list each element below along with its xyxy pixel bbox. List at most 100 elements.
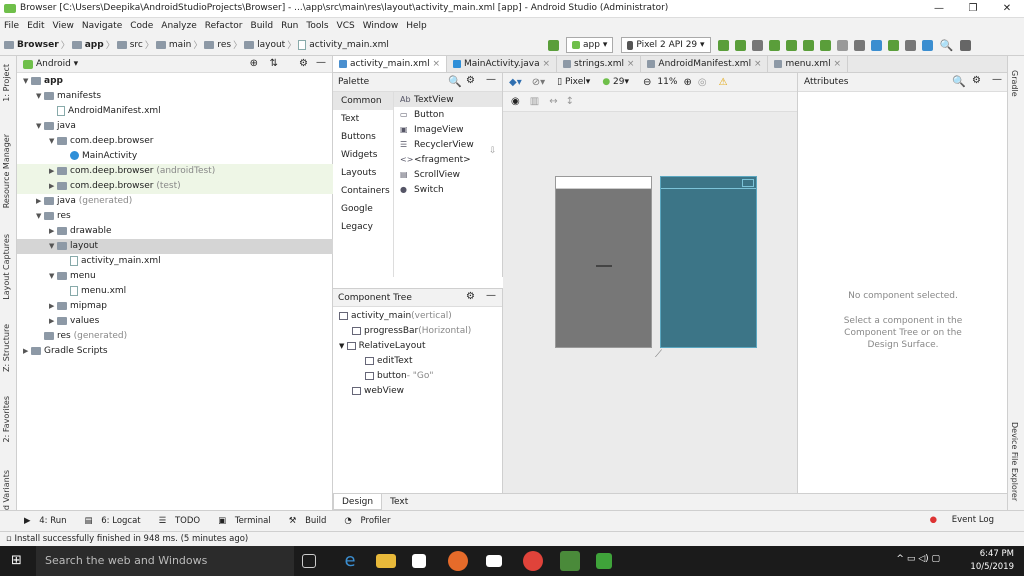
palette-category[interactable]: Buttons <box>333 128 393 146</box>
component-tree-item[interactable]: editText <box>365 354 412 369</box>
tool-build[interactable]: ⚒ Build <box>289 516 333 526</box>
apply-changes-icon[interactable] <box>717 39 729 51</box>
maximize-button[interactable]: ❐ <box>956 0 990 18</box>
expand-arrow-icon[interactable]: ▼ <box>23 74 31 89</box>
expand-arrow-icon[interactable]: ▶ <box>23 344 31 359</box>
resize-handle-icon[interactable]: ⟋ <box>655 349 662 360</box>
component-tree-item[interactable]: progressBar(Horizontal) <box>352 324 471 339</box>
expand-arrow-icon[interactable]: ▶ <box>49 224 57 239</box>
vertical-resize-icon[interactable]: ↕ <box>566 96 574 107</box>
expand-arrow-icon[interactable]: ▼ <box>36 119 44 134</box>
close-tab-icon[interactable]: × <box>624 59 635 69</box>
android-studio-taskbar-icon[interactable] <box>560 551 580 571</box>
file-explorer-icon[interactable] <box>376 554 396 568</box>
editor-tab[interactable]: strings.xml × <box>557 56 642 72</box>
menu-vcs[interactable]: VCS <box>337 21 355 31</box>
expand-arrow-icon[interactable]: ▶ <box>49 299 57 314</box>
tree-item[interactable]: ▶ com.deep.browser (test) <box>17 179 333 194</box>
zoom-in-icon[interactable]: ⊕ <box>683 77 691 88</box>
tool-tab-device-file-explorer[interactable]: Device File Explorer <box>1010 422 1019 501</box>
tool-tab-resource-manager[interactable]: Resource Manager <box>2 134 11 208</box>
palette-category[interactable]: Containers <box>333 182 393 200</box>
tree-item[interactable]: ▼ com.deep.browser <box>17 134 333 149</box>
menu-help[interactable]: Help <box>406 21 427 31</box>
palette-item[interactable]: Ab TextView <box>394 92 502 107</box>
expand-arrow-icon[interactable]: ▶ <box>36 194 44 209</box>
expand-arrow-icon[interactable]: ▼ <box>36 89 44 104</box>
tool-terminal[interactable]: ▣ Terminal <box>218 516 277 526</box>
palette-category[interactable]: Legacy <box>333 218 393 236</box>
breadcrumb-file[interactable]: activity_main.xml <box>309 40 389 50</box>
gear-icon[interactable]: ⚙ <box>299 58 308 69</box>
expand-arrow-icon[interactable]: ▼ <box>49 134 57 149</box>
stop-icon[interactable] <box>836 39 848 51</box>
tab-text[interactable]: Text <box>382 494 416 510</box>
menu-navigate[interactable]: Navigate <box>82 21 122 31</box>
close-tab-icon[interactable]: × <box>751 59 762 69</box>
breadcrumb-layout[interactable]: layout <box>257 40 285 50</box>
palette-item[interactable]: <><fragment> <box>394 152 502 167</box>
palette-item[interactable]: ▭ Button <box>394 107 502 122</box>
app-taskbar-icon[interactable] <box>596 553 612 569</box>
editor-tab[interactable]: MainActivity.java × <box>447 56 558 72</box>
taskbar-search[interactable]: Search the web and Windows <box>36 546 294 576</box>
tree-item[interactable]: ▶ mipmap <box>17 299 333 314</box>
debug-icon[interactable] <box>768 39 780 51</box>
tab-design[interactable]: Design <box>333 494 383 510</box>
tree-item[interactable]: res (generated) <box>17 329 333 344</box>
breadcrumb-res[interactable]: res <box>217 40 231 50</box>
menu-tools[interactable]: Tools <box>306 21 328 31</box>
tree-item[interactable]: AndroidManifest.xml <box>17 104 333 119</box>
breadcrumb-src[interactable]: src <box>130 40 143 50</box>
minimize-button[interactable]: — <box>922 0 956 18</box>
sdk-manager-icon[interactable] <box>887 39 899 51</box>
apply-code-icon[interactable] <box>734 39 746 51</box>
tree-item[interactable]: ▶ Gradle Scripts <box>17 344 333 359</box>
tool-logcat[interactable]: ▤ 6: Logcat <box>85 516 147 526</box>
tool-tab-build-variants[interactable]: ld Variants <box>2 470 11 512</box>
menu-build[interactable]: Build <box>251 21 274 31</box>
hammer-icon[interactable] <box>548 39 559 51</box>
menu-window[interactable]: Window <box>363 21 399 31</box>
tree-item[interactable]: ▶ drawable <box>17 224 333 239</box>
horizontal-resize-icon[interactable]: ↔ <box>549 96 557 107</box>
menu-code[interactable]: Code <box>130 21 153 31</box>
gear-icon[interactable]: ⚙ <box>466 75 475 86</box>
component-tree-item[interactable]: webView <box>352 384 404 399</box>
expand-arrow-icon[interactable]: ▶ <box>49 314 57 329</box>
gear-icon[interactable]: ⚙ <box>466 291 475 302</box>
component-tree-item[interactable]: activity_main(vertical) <box>339 309 452 324</box>
menu-edit[interactable]: Edit <box>27 21 44 31</box>
run-icon[interactable] <box>751 39 763 51</box>
editor-tab[interactable]: AndroidManifest.xml × <box>641 56 769 72</box>
close-tab-icon[interactable]: × <box>430 59 440 69</box>
palette-item[interactable]: ▣ ImageView <box>394 122 502 137</box>
tool-run[interactable]: ▶ 4: Run <box>24 516 73 526</box>
menu-analyze[interactable]: Analyze <box>161 21 196 31</box>
layers-icon[interactable]: ◆▾ <box>509 77 522 88</box>
project-structure-icon[interactable] <box>904 39 916 51</box>
blueprint-icon[interactable]: ▥ <box>530 96 539 107</box>
expand-arrow-icon[interactable]: ▶ <box>49 179 57 194</box>
editor-tab[interactable]: activity_main.xml × <box>333 56 448 72</box>
close-tab-icon[interactable]: × <box>540 59 550 69</box>
tree-item[interactable]: ▼ layout <box>17 239 333 254</box>
download-icon[interactable]: ⇩ <box>489 146 497 156</box>
hide-panel-icon[interactable]: — <box>486 290 496 301</box>
tool-tab-favorites[interactable]: 2: Favorites <box>2 396 11 442</box>
expand-arrow-icon[interactable]: ▼ <box>36 209 44 224</box>
zoom-out-icon[interactable]: ⊖ <box>643 77 651 88</box>
avd-manager-icon[interactable] <box>870 39 882 51</box>
search-icon[interactable]: 🔍 <box>952 75 966 88</box>
device-picker[interactable]: ▯ Pixel▾ <box>557 77 590 87</box>
editor-tab[interactable]: menu.xml × <box>768 56 849 72</box>
tree-item[interactable]: ▼ menu <box>17 269 333 284</box>
palette-category[interactable]: Text <box>333 110 393 128</box>
tool-tab-structure[interactable]: Z: Structure <box>2 324 11 372</box>
menu-run[interactable]: Run <box>281 21 298 31</box>
zoom-fit-icon[interactable]: ◎ <box>698 77 707 88</box>
terminal-icon[interactable] <box>960 39 972 51</box>
tree-item[interactable]: ▶ com.deep.browser (androidTest) <box>17 164 333 179</box>
event-log-button[interactable]: ● Event Log <box>924 515 1000 525</box>
store-icon[interactable] <box>412 554 426 568</box>
